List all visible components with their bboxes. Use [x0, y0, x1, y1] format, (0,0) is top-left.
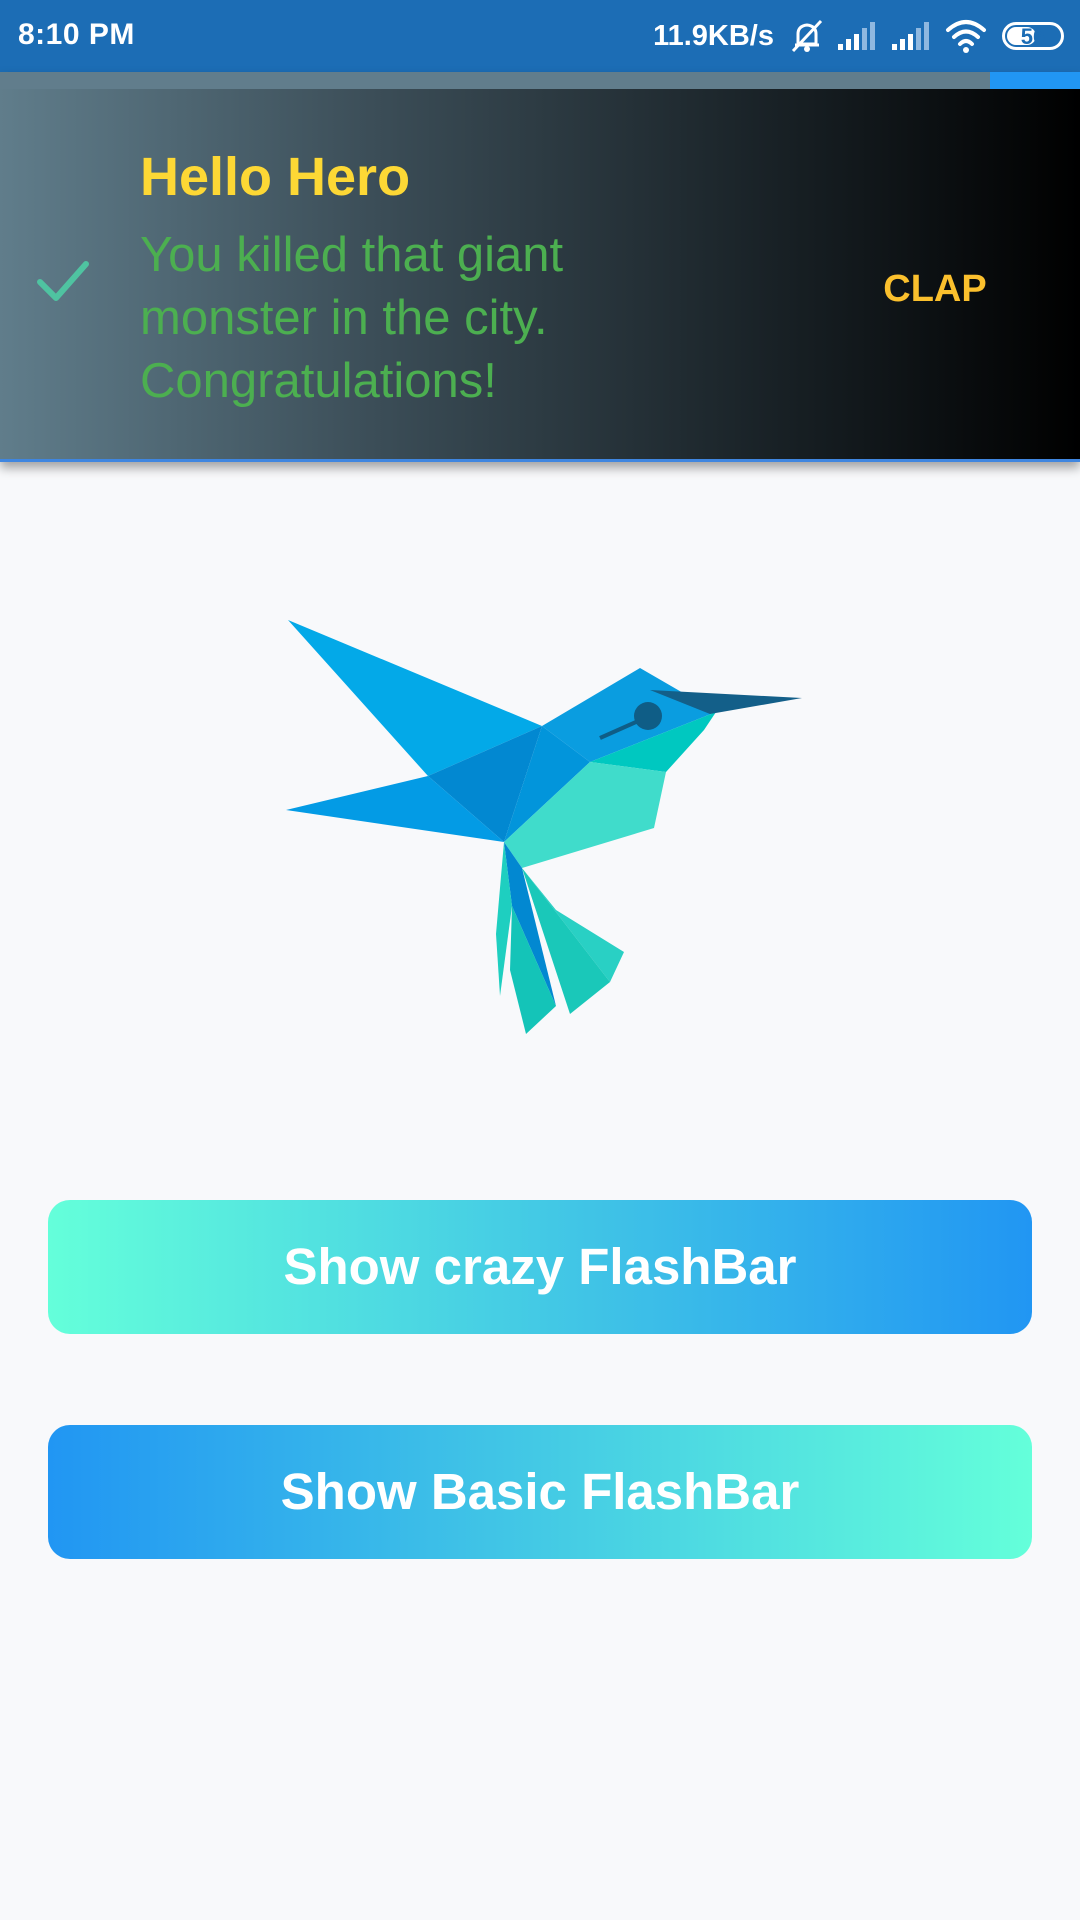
show-basic-flashbar-button[interactable]: Show Basic FlashBar [48, 1425, 1032, 1559]
flashbar-title: Hello Hero [140, 147, 411, 207]
clap-button[interactable]: CLAP [860, 252, 1010, 326]
battery-level: 56 [1020, 24, 1046, 49]
flashbar-progress-indicator [990, 72, 1080, 89]
flashbar-progress-fill [0, 72, 990, 89]
status-time: 8:10 PM [18, 18, 135, 51]
wifi-icon [944, 18, 988, 54]
flashbar-message: You killed that giant monster in the cit… [140, 228, 564, 408]
hummingbird-logo [270, 610, 810, 1050]
show-crazy-flashbar-button[interactable]: Show crazy FlashBar [48, 1200, 1032, 1334]
signal-icon-2 [890, 20, 934, 52]
status-bar: 8:10 PM 11.9KB/s 56 [0, 0, 1080, 72]
battery-icon: 56 [1002, 22, 1064, 50]
alarm-muted-icon [788, 17, 826, 55]
network-speed: 11.9KB/s [653, 19, 774, 52]
check-icon [34, 252, 92, 310]
status-icons: 11.9KB/s 56 [653, 14, 1064, 58]
flashbar[interactable]: Hello Hero You killed that giant monster… [0, 72, 1080, 462]
flashbar-progress-track [0, 72, 1080, 89]
signal-icon [836, 20, 880, 52]
